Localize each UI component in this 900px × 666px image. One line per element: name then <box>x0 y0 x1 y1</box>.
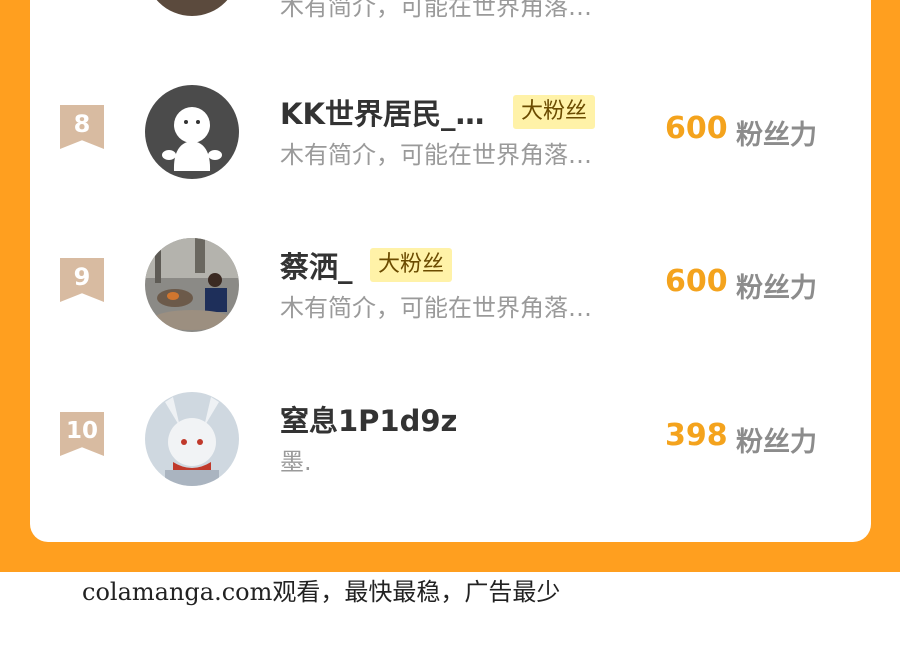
fan-level-badge: 大粉丝 <box>513 95 596 129</box>
user-name[interactable]: KK世界居民_… <box>280 91 484 133</box>
user-name[interactable]: 蔡洒_ <box>280 244 353 286</box>
avatar[interactable] <box>145 392 239 486</box>
fan-score: 600 <box>665 264 728 299</box>
rank-badge: 10 <box>60 412 104 456</box>
user-description: 木有简介，可能在世界角落… <box>280 141 592 169</box>
user-description: 木有简介，可能在世界角落… <box>280 294 592 322</box>
avatar[interactable] <box>145 238 239 332</box>
fan-score-unit: 粉丝力 <box>736 427 817 458</box>
site-watermark-text: colamanga.com观看，最快最稳，广告最少 <box>82 578 561 606</box>
fan-ranking-card: 木有简介，可能在世界角落… 8 KK世界居民_… 大粉丝 木有简介，可能在世界角… <box>30 0 871 542</box>
fan-score-unit: 粉丝力 <box>736 273 817 304</box>
ranking-row[interactable]: 8 KK世界居民_… 大粉丝 木有简介，可能在世界角落… 600 粉丝力 <box>30 83 871 183</box>
ranking-row-partial[interactable]: 木有简介，可能在世界角落… <box>30 0 871 50</box>
rank-badge: 8 <box>60 105 104 149</box>
fan-score-unit: 粉丝力 <box>736 120 817 151</box>
default-avatar-icon <box>162 107 222 171</box>
fan-score: 600 <box>665 111 728 146</box>
ranking-row[interactable]: 9 蔡洒_ 大粉丝 木有简介，可能在世界角落… 600 粉丝力 <box>30 236 871 336</box>
rank-badge: 9 <box>60 258 104 302</box>
ranking-row[interactable]: 10 窒息1P1d9z 墨. 398 粉丝力 <box>30 390 871 490</box>
user-description: 墨. <box>280 448 312 476</box>
fan-level-badge: 大粉丝 <box>370 248 453 282</box>
avatar[interactable] <box>145 85 239 179</box>
anime-avatar-icon <box>145 392 239 486</box>
user-name[interactable]: 窒息1P1d9z <box>280 398 457 440</box>
avatar[interactable] <box>145 0 239 16</box>
user-description: 木有简介，可能在世界角落… <box>280 0 592 21</box>
photo-avatar-icon <box>145 238 239 332</box>
fan-score: 398 <box>665 418 728 453</box>
